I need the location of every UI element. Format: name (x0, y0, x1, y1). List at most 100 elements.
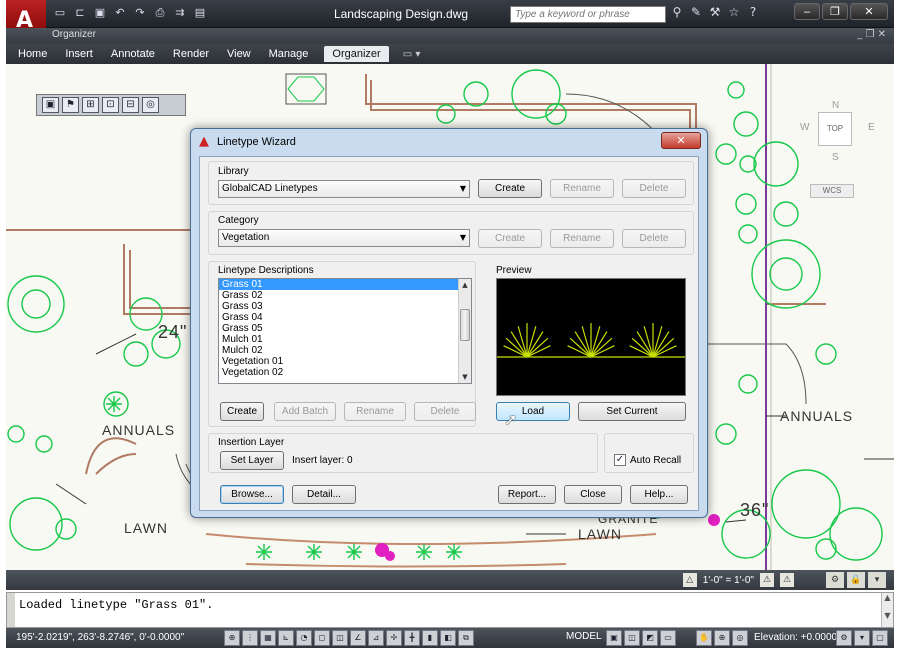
set-current-button[interactable]: Set Current (578, 402, 686, 421)
annotation-visibility-icon[interactable]: ⚠ (760, 573, 774, 587)
dialog-close-icon[interactable]: ✕ (661, 132, 701, 149)
viewcube-top-face[interactable]: TOP (818, 112, 852, 146)
hardware-icon[interactable]: ⚙ (836, 630, 852, 646)
detail-button[interactable]: Detail... (292, 485, 356, 504)
command-line-scrollbar[interactable]: ▲ ▼ (881, 593, 893, 627)
document-window-controls[interactable]: _ ❐ ✕ (857, 29, 886, 40)
print-icon[interactable]: ⎙ (152, 5, 168, 21)
library-delete-button[interactable]: Delete (622, 179, 686, 198)
lineweight-icon[interactable]: ╋ (404, 630, 420, 646)
auto-recall-checkbox[interactable]: ✓ (614, 454, 626, 466)
publish-icon[interactable]: ⇉ (172, 5, 188, 21)
library-create-button[interactable]: Create (478, 179, 542, 198)
category-combo[interactable]: Vegetation ▼ (218, 229, 470, 247)
tab-organizer[interactable]: Organizer (324, 46, 389, 62)
help-icon[interactable]: ? (746, 5, 760, 19)
toolbar-tool-4-icon[interactable]: ⊡ (102, 97, 119, 113)
scroll-thumb[interactable] (460, 309, 470, 341)
polar-icon[interactable]: ◔ (296, 630, 312, 646)
clean-screen-icon[interactable]: ▾ (868, 572, 886, 588)
toolbar-tool-6-icon[interactable]: ◎ (142, 97, 159, 113)
clean-screen-toggle-icon[interactable]: ▢ (872, 630, 888, 646)
ortho-icon[interactable]: ⊾ (278, 630, 294, 646)
layout2-icon[interactable]: ◩ (642, 630, 658, 646)
pan-icon[interactable]: ✋ (696, 630, 712, 646)
viewcube-east[interactable]: E (868, 122, 875, 133)
binoculars-icon[interactable]: ⚲ (670, 5, 684, 19)
set-layer-button[interactable]: Set Layer (220, 451, 284, 470)
model-icon[interactable]: ▣ (606, 630, 622, 646)
browse-button[interactable]: Browse... (220, 485, 284, 504)
toolbar-tool-2-icon[interactable]: ⚑ (62, 97, 79, 113)
tools-icon[interactable]: ⚒ (708, 5, 722, 19)
ucs-icon[interactable]: ⊿ (368, 630, 384, 646)
3d-osnap-icon[interactable]: ◫ (332, 630, 348, 646)
toolbar-tool-5-icon[interactable]: ⊟ (122, 97, 139, 113)
category-create-button[interactable]: Create (478, 229, 542, 248)
zoom-icon[interactable]: ⊕ (714, 630, 730, 646)
selection-cycling-icon[interactable]: ⧉ (458, 630, 474, 646)
scroll-down-icon[interactable]: ▼ (459, 371, 471, 383)
annotation-scale-value[interactable]: 1'-0" = 1'-0" (703, 575, 754, 586)
elevation-readout[interactable]: Elevation: +0.0000" (754, 632, 841, 643)
desc-create-button[interactable]: Create (220, 402, 264, 421)
model-space-toggle[interactable]: MODEL (566, 631, 602, 642)
desc-rename-button[interactable]: Rename (344, 402, 406, 421)
annotation-scale[interactable]: △ 1'-0" = 1'-0" ⚠ ⚠ (682, 573, 794, 587)
tab-render[interactable]: Render (171, 46, 211, 62)
properties-icon[interactable]: ▤ (192, 5, 208, 21)
list-item[interactable]: Mulch 01 (219, 334, 471, 345)
library-combo[interactable]: GlobalCAD Linetypes ▼ (218, 180, 470, 198)
quick-view-icon[interactable]: ▭ (660, 630, 676, 646)
viewcube-west[interactable]: W (800, 122, 809, 133)
osnap-icon[interactable]: ◻ (314, 630, 330, 646)
redo-icon[interactable]: ↷ (132, 5, 148, 21)
list-item[interactable]: Grass 05 (219, 323, 471, 334)
open-file-icon[interactable]: ⊏ (72, 5, 88, 21)
tab-home[interactable]: Home (16, 46, 49, 62)
list-item[interactable]: Grass 03 (219, 301, 471, 312)
status-menu-icon[interactable]: ▾ (854, 630, 870, 646)
command-line[interactable]: Loaded linetype "Grass 01". ▲ ▼ (6, 592, 894, 628)
help-button[interactable]: Help... (630, 485, 688, 504)
new-file-icon[interactable]: ▭ (52, 5, 68, 21)
undo-icon[interactable]: ↶ (112, 5, 128, 21)
save-icon[interactable]: ▣ (92, 5, 108, 21)
help-search-input[interactable] (511, 7, 665, 22)
help-search-box[interactable] (510, 6, 666, 23)
infer-icon[interactable]: ⊕ (224, 630, 240, 646)
category-rename-button[interactable]: Rename (550, 229, 614, 248)
quick-properties-icon[interactable]: ◧ (440, 630, 456, 646)
layout1-icon[interactable]: ◫ (624, 630, 640, 646)
list-item[interactable]: Grass 02 (219, 290, 471, 301)
list-item[interactable]: Vegetation 01 (219, 356, 471, 367)
desc-add-batch-button[interactable]: Add Batch (274, 402, 336, 421)
list-item[interactable]: Grass 01 (219, 279, 471, 290)
scroll-up-icon[interactable]: ▲ (459, 279, 471, 291)
wrench-icon[interactable]: ✎ (689, 5, 703, 19)
dyn-icon[interactable]: ✢ (386, 630, 402, 646)
steering-wheel-icon[interactable]: ◎ (732, 630, 748, 646)
viewcube-north[interactable]: N (832, 100, 839, 111)
library-rename-button[interactable]: Rename (550, 179, 614, 198)
dialog-title-bar[interactable]: ▲ Linetype Wizard ✕ (191, 129, 707, 155)
wcs-menu[interactable]: WCS (810, 184, 854, 198)
annotation-autoscale-icon[interactable]: ⚠ (780, 573, 794, 587)
close-button[interactable]: Close (564, 485, 622, 504)
maximize-icon[interactable]: ❐ (822, 3, 848, 20)
list-scrollbar[interactable]: ▲ ▼ (458, 279, 471, 383)
workspace-icon[interactable]: ⚙ (826, 572, 844, 588)
close-icon[interactable]: ✕ (850, 3, 888, 20)
lock-icon[interactable]: 🔒 (847, 572, 865, 588)
otrack-icon[interactable]: ∠ (350, 630, 366, 646)
command-line-grip[interactable] (7, 593, 15, 627)
minimize-icon[interactable]: ‒ (794, 3, 820, 20)
report-button[interactable]: Report... (498, 485, 556, 504)
tab-annotate[interactable]: Annotate (109, 46, 157, 62)
transparency-icon[interactable]: ▮ (422, 630, 438, 646)
auto-recall-label[interactable]: Auto Recall (630, 455, 681, 466)
category-delete-button[interactable]: Delete (622, 229, 686, 248)
star-icon[interactable]: ☆ (727, 5, 741, 19)
list-item[interactable]: Vegetation 02 (219, 367, 471, 378)
tab-manage[interactable]: Manage (267, 46, 311, 62)
